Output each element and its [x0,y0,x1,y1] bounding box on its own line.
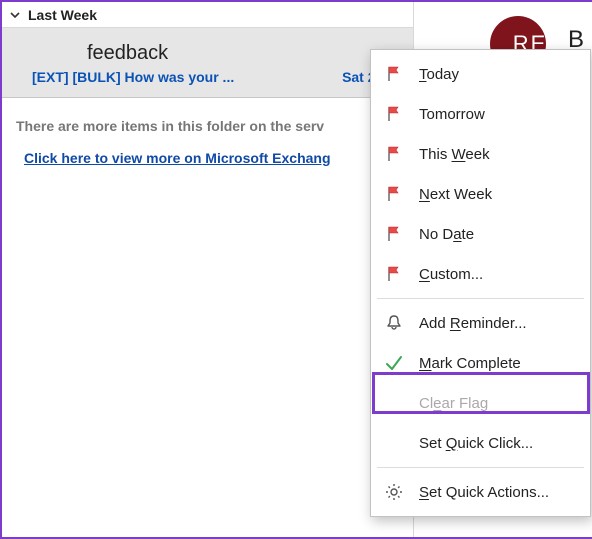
gear-icon [383,481,405,503]
server-more-items-text: There are more items in this folder on t… [2,98,413,140]
menu-label: Clear Flag [419,395,488,412]
empty-icon [383,392,405,414]
flag-icon [383,263,405,285]
menu-label: Custom... [419,266,483,283]
menu-custom[interactable]: Custom... [371,254,590,294]
flag-icon [383,63,405,85]
server-view-more-link[interactable]: Click here to view more on Microsoft Exc… [2,140,413,176]
menu-tomorrow[interactable]: Tomorrow [371,94,590,134]
menu-label: No Date [419,226,474,243]
group-header-last-week[interactable]: Last Week [2,2,413,28]
mail-item[interactable]: feedback [EXT] [BULK] How was your ... S… [2,28,413,98]
mail-subject: [EXT] [BULK] How was your ... [32,69,234,85]
bell-icon [383,312,405,334]
menu-mark-complete[interactable]: Mark Complete [371,343,590,383]
menu-label: Set Quick Click... [419,435,533,452]
menu-no-date[interactable]: No Date [371,214,590,254]
menu-label: Add Reminder... [419,315,527,332]
group-header-label: Last Week [28,7,97,23]
menu-separator [377,298,584,299]
flag-context-menu: Today Tomorrow This Week Next Week No Da… [370,49,591,517]
chevron-down-icon [8,8,22,22]
menu-label: Set Quick Actions... [419,484,549,501]
menu-label: Tomorrow [419,106,485,123]
menu-add-reminder[interactable]: Add Reminder... [371,303,590,343]
mail-from: feedback [87,42,399,65]
menu-today[interactable]: Today [371,54,590,94]
menu-set-quick-click[interactable]: Set Quick Click... [371,423,590,463]
menu-separator [377,467,584,468]
menu-label: Today [419,66,459,83]
menu-label: This Week [419,146,490,163]
flag-icon [383,223,405,245]
flag-icon [383,183,405,205]
menu-label: Mark Complete [419,355,521,372]
menu-next-week[interactable]: Next Week [371,174,590,214]
menu-this-week[interactable]: This Week [371,134,590,174]
menu-clear-flag: Clear Flag [371,383,590,423]
checkmark-icon [383,352,405,374]
menu-label: Next Week [419,186,492,203]
flag-icon [383,103,405,125]
menu-set-quick-actions[interactable]: Set Quick Actions... [371,472,590,512]
flag-icon [383,143,405,165]
message-list-pane: Last Week feedback [EXT] [BULK] How was … [2,2,414,537]
empty-icon [383,432,405,454]
